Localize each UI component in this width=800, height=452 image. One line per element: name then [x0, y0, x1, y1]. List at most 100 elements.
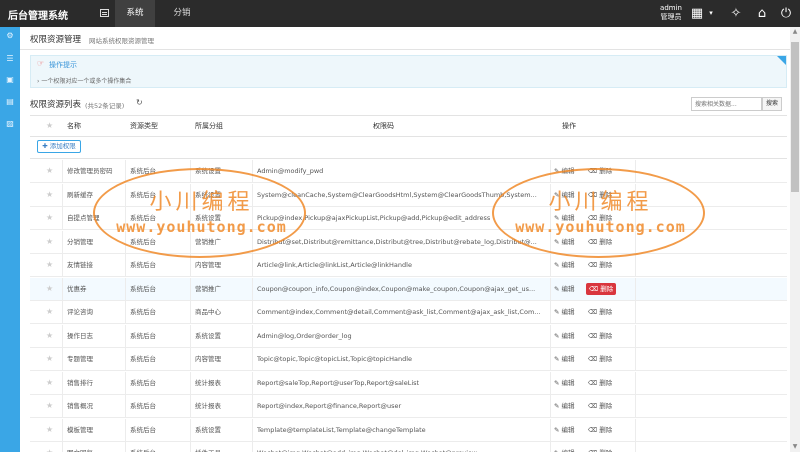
table-header: ★ 名称 资源类型 所属分组 权限码 操作	[30, 115, 787, 137]
edit-button[interactable]: ✎ 编辑	[554, 419, 575, 442]
edit-button[interactable]: ✎ 编辑	[554, 254, 575, 277]
lock-icon[interactable]: ▨	[0, 119, 20, 128]
star-icon[interactable]: ★	[46, 231, 53, 254]
cell-type: 系统后台	[130, 355, 156, 363]
cell-code: Admin@log,Order@order_log	[257, 331, 352, 340]
delete-button[interactable]: ⌫ 删除	[588, 442, 612, 452]
add-permission-button[interactable]: ✚ 添加权限	[37, 140, 81, 153]
cell-code: Topic@topic,Topic@topicList,Topic@topicH…	[257, 355, 413, 363]
cell-type: 系统后台	[130, 442, 185, 452]
edit-button[interactable]: ✎ 编辑	[554, 325, 575, 348]
star-icon[interactable]: ★	[46, 372, 53, 395]
scroll-thumb[interactable]	[791, 42, 799, 192]
page-subtitle: 网站系统权限资源管理	[89, 37, 154, 45]
divider	[20, 49, 790, 50]
user-name[interactable]: admin	[658, 4, 684, 13]
delete-button[interactable]: ⌫ 删除	[588, 419, 612, 442]
trash-icon: ⌫	[588, 425, 598, 434]
delete-button[interactable]: ⌫ 删除	[588, 348, 612, 371]
gear-icon[interactable]: ⚙	[0, 31, 20, 40]
edit-button[interactable]: ✎ 编辑	[554, 301, 575, 324]
refresh-icon[interactable]: ↻	[136, 98, 143, 107]
star-icon[interactable]: ★	[46, 348, 53, 371]
comment-icon[interactable]: ▣	[0, 75, 20, 84]
home-icon[interactable]: ⌂	[752, 0, 772, 27]
tab-system[interactable]: 系统	[115, 0, 155, 27]
sidebar: ⚙ ☰ ▣ ▤ ▨	[0, 27, 20, 452]
collapse-corner-icon[interactable]	[777, 56, 786, 65]
cell-name: 评论咨询	[67, 308, 93, 316]
edit-button[interactable]: ✎ 编辑	[554, 395, 575, 418]
edit-button[interactable]: ✎ 编辑	[554, 278, 575, 301]
star-icon[interactable]: ★	[46, 116, 53, 136]
table-row[interactable]: ★ 模板管理 系统后台 系统设置 Template@templateList,Templ…	[30, 418, 787, 442]
edit-icon: ✎	[554, 378, 560, 387]
cell-group: 系统设置	[195, 331, 221, 340]
table-row[interactable]: ★ 图文回复系统后台插件工具 Wechat@img,Wechat@add_img,W…	[30, 442, 787, 452]
star-icon[interactable]: ★	[46, 254, 53, 277]
cell-name: 专题管理	[67, 355, 93, 363]
delete-button[interactable]: ⌫ 删除	[588, 395, 612, 418]
table-row[interactable]: ★ 评论咨询 系统后台 商品中心 Comment@index,Comment@detai…	[30, 301, 787, 324]
list-title: 权限资源列表	[30, 100, 82, 110]
scroll-up-icon[interactable]: ▲	[790, 27, 800, 37]
tab-distribution[interactable]: 分销	[162, 0, 202, 27]
delete-button[interactable]: ⌫ 删除	[588, 301, 612, 324]
star-icon[interactable]: ★	[46, 160, 53, 183]
table-row[interactable]: ★ 友情链接 系统后台 内容管理 Article@link,Article@linkLi…	[30, 254, 787, 277]
cell-group: 系统设置	[195, 425, 221, 434]
tips-panel: ☞ 操作提示 › 一个权限对应一个或多个操作集合	[30, 55, 787, 88]
edit-button[interactable]: ✎ 编辑	[554, 372, 575, 395]
sitemap-icon[interactable]: ✧	[726, 0, 746, 27]
star-icon[interactable]: ★	[46, 301, 53, 324]
document-icon[interactable]: ▤	[0, 97, 20, 106]
cell-name: 优惠券	[67, 284, 87, 293]
star-icon[interactable]: ★	[46, 278, 53, 301]
cell-group: 插件工具	[195, 442, 250, 452]
power-icon[interactable]: ⏻	[776, 0, 796, 27]
table-row[interactable]: ★ 销售概况 系统后台 统计报表 Report@index,Report@finance…	[30, 395, 787, 418]
user-role[interactable]: 管理员	[658, 13, 684, 22]
table-row[interactable]: ★ 销售排行 系统后台 统计报表 Report@saleTop,Report@userT…	[30, 371, 787, 395]
cell-type: 系统后台	[130, 284, 156, 293]
record-count: (共52条记录)	[85, 102, 125, 110]
column-header-type: 资源类型	[130, 122, 158, 130]
menu-toggle-icon[interactable]	[100, 9, 109, 17]
cell-group: 营销推广	[195, 284, 221, 293]
delete-button[interactable]: ⌫ 删除	[588, 372, 612, 395]
chevron-down-icon[interactable]: ▾	[706, 0, 716, 27]
edit-button[interactable]: ✎ 编辑	[554, 442, 575, 452]
star-icon[interactable]: ★	[46, 207, 53, 230]
star-icon[interactable]: ★	[46, 395, 53, 418]
cell-group: 内容管理	[195, 355, 221, 363]
table-row[interactable]: ★ 操作日志 系统后台 系统设置 Admin@log,Order@order_log ✎ …	[30, 324, 787, 348]
delete-button[interactable]: ⌫ 删除	[586, 282, 617, 295]
search-button[interactable]: 搜索	[762, 97, 782, 111]
star-icon[interactable]: ★	[46, 325, 53, 348]
edit-button[interactable]: ✎ 编辑	[554, 348, 575, 371]
star-icon[interactable]: ★	[46, 184, 53, 207]
wifi-icon[interactable]: ☰	[0, 54, 20, 63]
search-input[interactable]	[691, 97, 762, 111]
cell-code: Article@link,Article@linkList,Article@li…	[257, 261, 412, 269]
tips-title[interactable]: 操作提示	[49, 60, 77, 70]
table-row[interactable]: ★ 优惠券 系统后台 营销推广 Coupon@coupon_info,Coupon@in…	[30, 277, 787, 301]
cell-code: Comment@index,Comment@detail,Comment@ask…	[257, 308, 541, 316]
delete-button[interactable]: ⌫ 删除	[588, 325, 612, 348]
cell-code: Coupon@coupon_info,Coupon@index,Coupon@m…	[257, 284, 536, 293]
edit-icon: ✎	[554, 425, 560, 434]
cell-code: Template@templateList,Template@changeTem…	[257, 425, 426, 434]
edit-icon: ✎	[554, 308, 560, 316]
column-header-name: 名称	[67, 122, 81, 130]
column-header-group: 所属分组	[195, 122, 223, 130]
table-row[interactable]: ★ 专题管理 系统后台 内容管理 Topic@topic,Topic@topicList…	[30, 348, 787, 371]
star-icon[interactable]: ★	[46, 419, 53, 442]
cell-type: 系统后台	[130, 331, 156, 340]
trash-icon: ⌫	[588, 308, 598, 316]
cell-name: 模板管理	[67, 425, 93, 434]
vertical-scrollbar[interactable]: ▲ ▼	[790, 27, 800, 452]
scroll-down-icon[interactable]: ▼	[790, 442, 800, 452]
star-icon[interactable]: ★	[46, 442, 53, 452]
cell-type: 系统后台	[130, 308, 156, 316]
user-card-icon[interactable]: ▦	[686, 0, 708, 27]
